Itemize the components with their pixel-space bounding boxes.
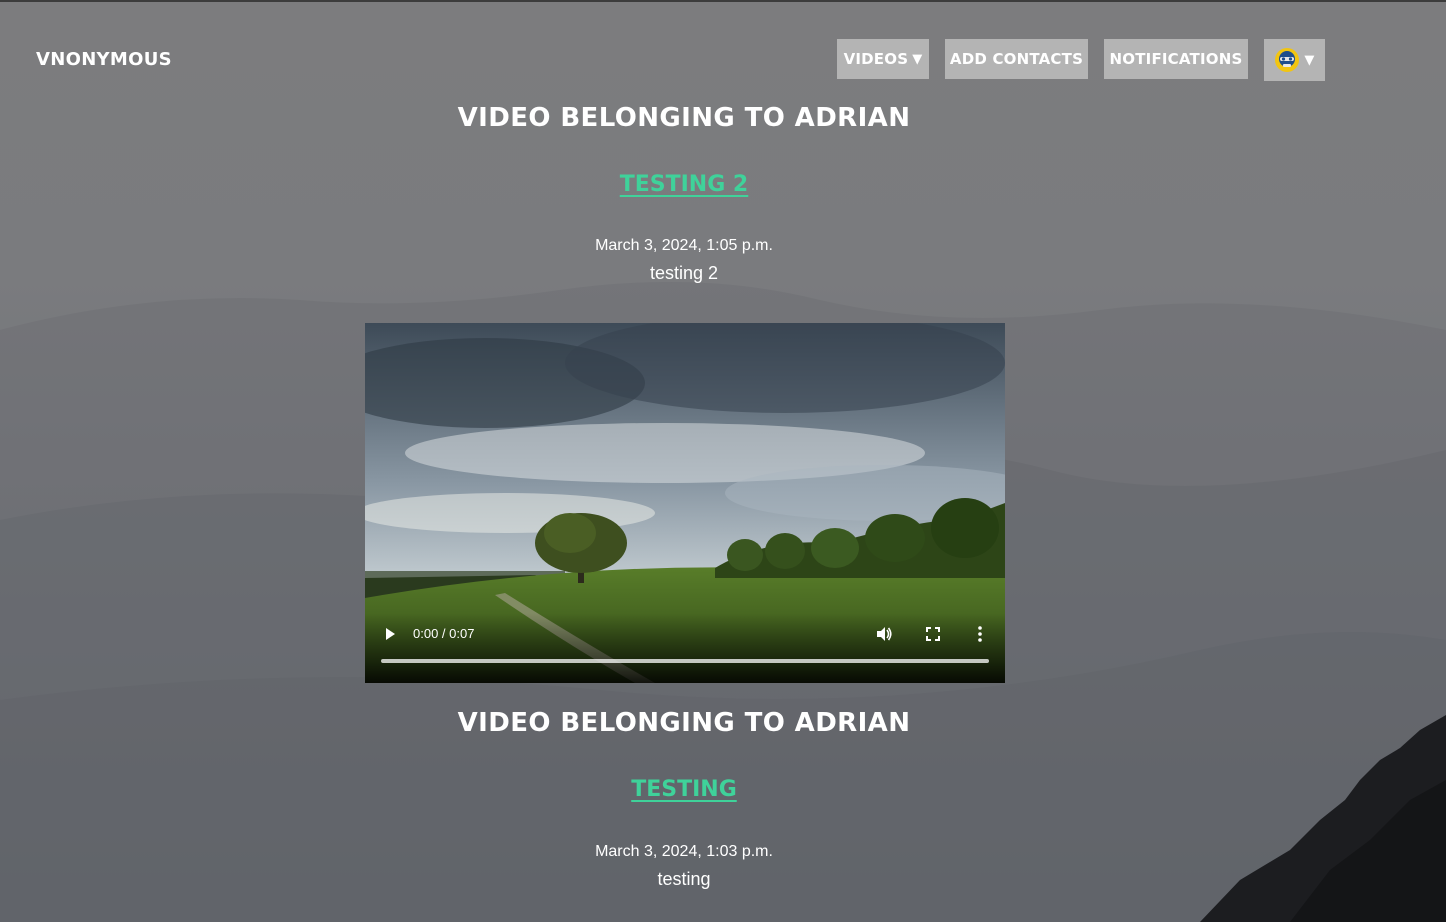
video-player[interactable]: 0:00 / 0:07 [365,323,1005,683]
video-owner-heading: VIDEO BELONGING TO ADRIAN [457,708,911,738]
brand-logo[interactable]: VNONYMOUS [36,49,172,70]
more-options-icon[interactable] [975,625,985,643]
avatar-icon [1275,48,1300,72]
video-title-link[interactable]: TESTING [0,777,1368,802]
video-progress-bar[interactable] [381,659,989,663]
video-date: March 3, 2024, 1:05 p.m. [595,237,773,254]
volume-icon[interactable] [875,625,893,643]
video-description: testing 2 [649,263,719,283]
video-time-display: 0:00 / 0:07 [413,626,475,641]
video-date: March 3, 2024, 1:03 p.m. [595,843,773,860]
video-controls-bar: 0:00 / 0:07 [365,613,1005,683]
nav-notifications-button[interactable]: NOTIFICATIONS [1104,39,1248,79]
video-description: testing [657,869,711,889]
play-icon[interactable] [383,627,397,641]
nav-add-contacts-button[interactable]: ADD CONTACTS [945,39,1088,79]
nav-videos-dropdown[interactable]: VIDEOS ▼ [837,39,929,79]
fullscreen-icon[interactable] [925,626,941,642]
caret-down-icon: ▼ [912,51,923,67]
video-owner-heading: VIDEO BELONGING TO ADRIAN [457,103,911,133]
nav-videos-label: VIDEOS [843,50,909,68]
profile-menu-dropdown[interactable]: ▼ [1264,39,1325,81]
caret-down-icon: ▼ [1304,52,1315,68]
video-title-link[interactable]: TESTING 2 [0,172,1368,197]
